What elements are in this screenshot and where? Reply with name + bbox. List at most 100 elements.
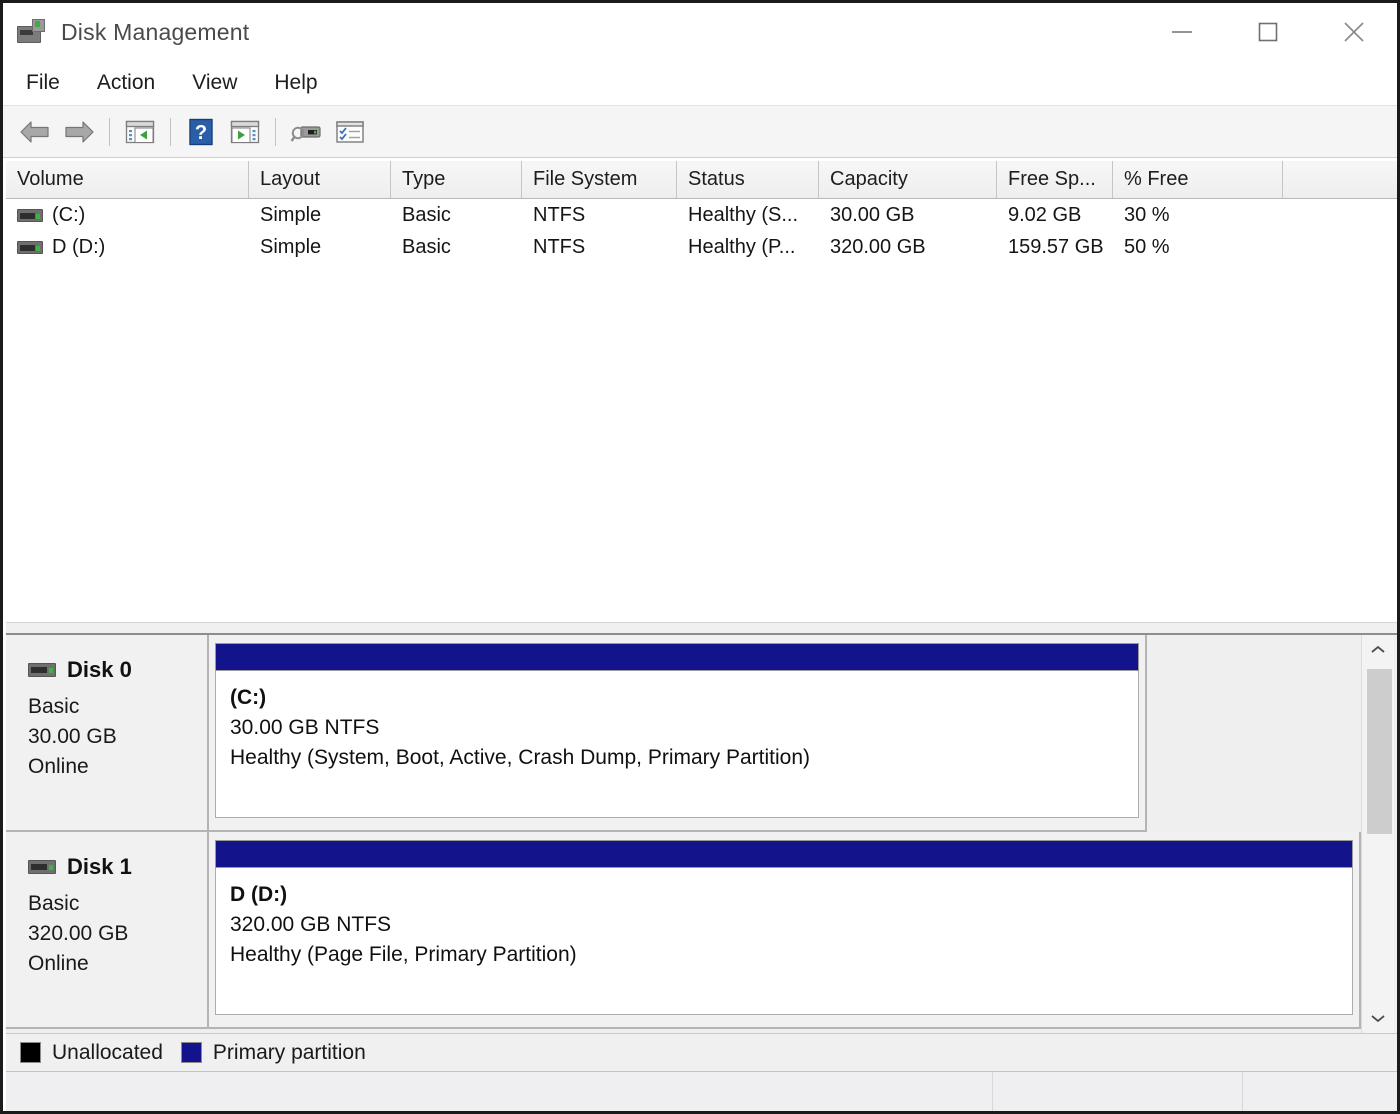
cell-free-space: 159.57 GB	[1008, 235, 1104, 258]
column-header-status[interactable]: Status	[677, 161, 819, 198]
disk-management-window: Disk Management File Action View Help ? …	[0, 0, 1400, 1114]
status-bar-segment	[6, 1072, 993, 1111]
graphical-view-scrollbar[interactable]	[1361, 635, 1394, 1033]
disk-title-row: Disk 0	[28, 657, 207, 683]
volume-list-rows: (C:) Simple Basic NTFS Healthy (S... 30.00 GB…	[6, 199, 1397, 263]
partition-details: D (D:) 320.00 GB NTFS Healthy (Page File, …	[215, 868, 1353, 1015]
disk-block: Disk 1 Basic 320.00 GB Online D (D:) 320.00 G…	[6, 832, 1397, 1029]
disk-name: Disk 1	[67, 854, 132, 879]
menu-item-file[interactable]: File	[21, 68, 76, 98]
toolbar-separator	[170, 117, 171, 146]
volume-list-panel: Volume Layout Type File System Status Capacit…	[6, 161, 1397, 621]
disk-info-panel[interactable]: Disk 0 Basic 30.00 GB Online	[6, 635, 209, 832]
show-hide-action-pane-icon[interactable]	[223, 112, 267, 152]
partition-cell[interactable]: (C:) 30.00 GB NTFS Healthy (System, Boot, …	[209, 635, 1147, 832]
partition-label: D (D:)	[230, 883, 288, 906]
disk-icon	[28, 663, 56, 677]
disk-state: Online	[28, 755, 89, 778]
drive-icon	[17, 208, 43, 222]
status-bar-segment	[1243, 1072, 1397, 1111]
partition-status: Healthy (Page File, Primary Partition)	[230, 943, 577, 966]
volume-list-header: Volume Layout Type File System Status Capacit…	[6, 161, 1397, 199]
disk-state: Online	[28, 952, 89, 975]
partition-cell[interactable]: D (D:) 320.00 GB NTFS Healthy (Page File, …	[209, 832, 1361, 1029]
partition-label: (C:)	[230, 686, 267, 709]
cell-volume: D (D:)	[6, 236, 249, 259]
column-header-blank[interactable]	[1283, 161, 1397, 198]
legend-swatch	[20, 1042, 41, 1063]
volume-row[interactable]: (C:) Simple Basic NTFS Healthy (S... 30.00 GB…	[6, 199, 1397, 231]
menu-bar: File Action View Help	[3, 61, 1397, 105]
close-button[interactable]	[1311, 3, 1397, 61]
disk-block: Disk 0 Basic 30.00 GB Online (C:) 30.00 GB NT…	[6, 635, 1397, 832]
cell-layout: Simple	[260, 203, 322, 226]
column-header-capacity[interactable]: Capacity	[819, 161, 997, 198]
cell-type: Basic	[402, 235, 451, 258]
window-title: Disk Management	[61, 18, 250, 45]
disk-size: 30.00 GB	[28, 725, 117, 748]
disk-size: 320.00 GB	[28, 922, 129, 945]
back-arrow-icon[interactable]	[13, 112, 57, 152]
column-header-volume[interactable]: Volume	[6, 161, 249, 198]
cell-status: Healthy (P...	[688, 235, 796, 258]
column-header-file-system[interactable]: File System	[522, 161, 677, 198]
column-header-layout[interactable]: Layout	[249, 161, 391, 198]
column-header-type[interactable]: Type	[391, 161, 522, 198]
partition-size-filesystem: 320.00 GB NTFS	[230, 913, 392, 936]
cell-type: Basic	[402, 203, 451, 226]
partition-size-filesystem: 30.00 GB NTFS	[230, 716, 380, 739]
partition-color-bar	[215, 643, 1139, 671]
rescan-disks-icon[interactable]	[284, 112, 328, 152]
toolbar-separator	[275, 117, 276, 146]
legend-item: Unallocated	[20, 1041, 163, 1065]
cell-volume: (C:)	[6, 204, 249, 227]
maximize-button[interactable]	[1225, 3, 1311, 61]
disk-name: Disk 0	[67, 657, 132, 682]
menu-item-help[interactable]: Help	[269, 68, 333, 98]
status-bar	[6, 1071, 1397, 1111]
column-header-free[interactable]: % Free	[1113, 161, 1283, 198]
svg-text:?: ?	[195, 122, 207, 144]
toolbar: ?	[3, 105, 1397, 158]
disk-partitions: D (D:) 320.00 GB NTFS Healthy (Page File, …	[209, 832, 1397, 1029]
legend-label: Unallocated	[52, 1040, 163, 1064]
volume-label: D (D:)	[52, 235, 106, 258]
minimize-button[interactable]	[1139, 3, 1225, 61]
disk-kind: Basic	[28, 695, 80, 718]
graphical-view: Disk 0 Basic 30.00 GB Online (C:) 30.00 GB NT…	[6, 635, 1397, 1033]
legend: Unallocated Primary partition	[6, 1033, 1397, 1071]
scroll-down-button[interactable]	[1362, 1003, 1394, 1033]
scroll-up-button[interactable]	[1362, 635, 1394, 665]
window-controls	[1139, 3, 1397, 61]
cell-file-system: NTFS	[533, 235, 586, 258]
disk-management-icon	[17, 19, 47, 45]
cell-percent-free: 30 %	[1124, 203, 1170, 226]
menu-item-view[interactable]: View	[187, 68, 253, 98]
disk-partitions: (C:) 30.00 GB NTFS Healthy (System, Boot, …	[209, 635, 1397, 832]
panel-splitter[interactable]	[6, 622, 1397, 635]
legend-label: Primary partition	[212, 1040, 366, 1064]
title-bar: Disk Management	[3, 3, 1397, 61]
properties-icon[interactable]	[328, 112, 372, 152]
column-header-free-sp[interactable]: Free Sp...	[997, 161, 1113, 198]
partition-status: Healthy (System, Boot, Active, Crash Dum…	[230, 746, 811, 769]
volume-row[interactable]: D (D:) Simple Basic NTFS Healthy (P... 320.00…	[6, 231, 1397, 263]
scrollbar-thumb[interactable]	[1367, 669, 1392, 834]
help-icon[interactable]: ?	[179, 112, 223, 152]
toolbar-separator	[109, 117, 110, 146]
cell-percent-free: 50 %	[1124, 235, 1170, 258]
show-hide-console-tree-icon[interactable]	[118, 112, 162, 152]
disk-icon	[28, 860, 56, 874]
partition-details: (C:) 30.00 GB NTFS Healthy (System, Boot, …	[215, 671, 1139, 818]
disk-info-panel[interactable]: Disk 1 Basic 320.00 GB Online	[6, 832, 209, 1029]
legend-item: Primary partition	[180, 1040, 366, 1065]
cell-capacity: 30.00 GB	[830, 203, 915, 226]
cell-file-system: NTFS	[533, 203, 586, 226]
forward-arrow-icon[interactable]	[57, 112, 101, 152]
menu-item-action[interactable]: Action	[92, 68, 171, 98]
cell-capacity: 320.00 GB	[830, 235, 926, 258]
drive-icon	[17, 240, 43, 254]
volume-label: (C:)	[52, 203, 86, 226]
cell-status: Healthy (S...	[688, 203, 799, 226]
status-bar-segment	[993, 1072, 1243, 1111]
